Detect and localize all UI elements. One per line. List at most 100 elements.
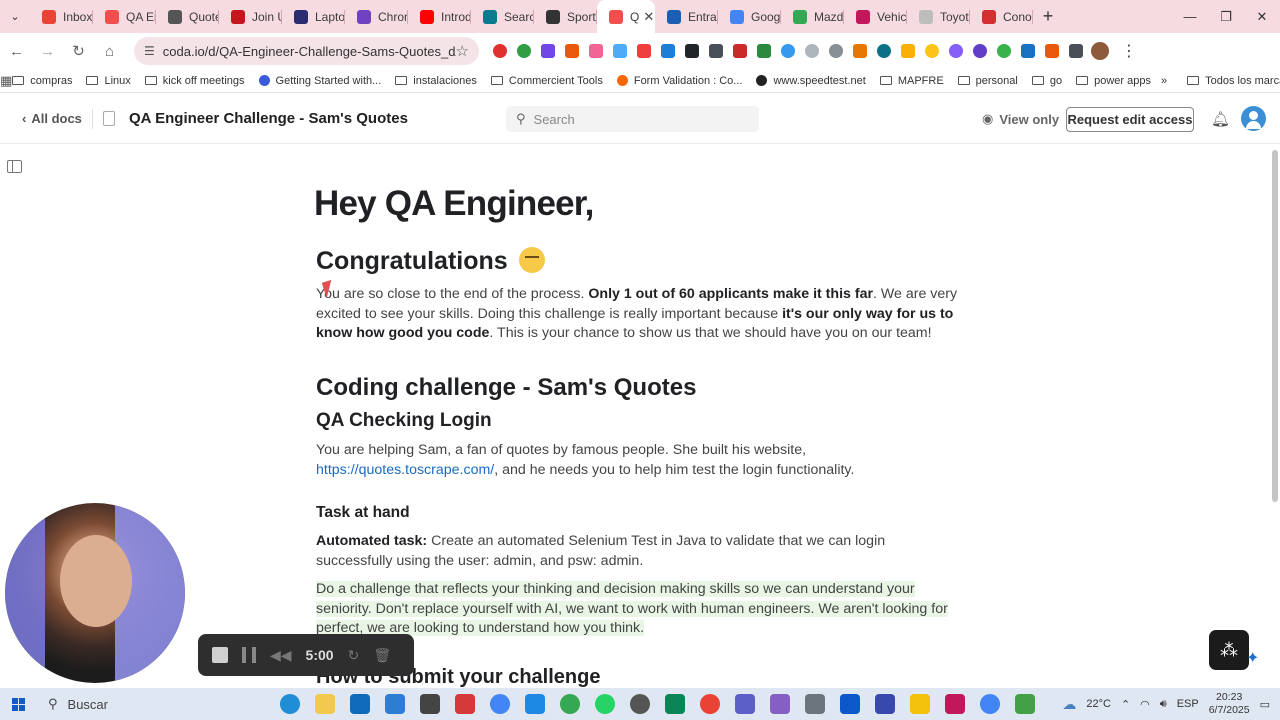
doc-title[interactable]: QA Engineer Challenge - Sam's Quotes <box>129 110 408 127</box>
browser-tab[interactable]: Sporty <box>534 0 597 33</box>
app-icon[interactable] <box>910 694 930 714</box>
extension-icon[interactable] <box>613 44 627 58</box>
intellij-app-icon[interactable] <box>945 694 965 714</box>
extension-icon[interactable] <box>925 44 939 58</box>
app-icon[interactable] <box>420 694 440 714</box>
whatsapp-app-icon[interactable] <box>595 694 615 714</box>
browser-tab[interactable]: Quote <box>156 0 219 33</box>
clock[interactable]: 20:23 6/7/2025 <box>1209 691 1250 717</box>
browser-tab[interactable]: QA En <box>93 0 156 33</box>
back-button[interactable]: ← <box>2 37 31 65</box>
new-tab-button[interactable]: + <box>1033 6 1063 27</box>
bookmark-item[interactable]: MAPFRE <box>879 75 944 87</box>
tab-search-menu[interactable]: ⌄ <box>0 0 30 33</box>
bookmark-item[interactable]: Getting Started with... <box>258 75 381 87</box>
bookmark-item[interactable]: instalaciones <box>395 75 477 87</box>
bookmark-item[interactable]: www.speedtest.net <box>756 75 866 87</box>
extension-icon[interactable] <box>493 44 507 58</box>
profile-avatar[interactable] <box>1091 42 1109 60</box>
app-icon[interactable] <box>840 694 860 714</box>
close-tab-icon[interactable]: ✕ <box>643 9 654 25</box>
chrome-app-icon[interactable] <box>490 694 510 714</box>
extension-icon[interactable] <box>805 44 819 58</box>
pause-icon[interactable] <box>242 647 256 663</box>
browser-tab[interactable]: Chron <box>345 0 408 33</box>
close-window-button[interactable]: ✕ <box>1244 0 1280 33</box>
app-icon[interactable] <box>875 694 895 714</box>
browser-tab[interactable]: Lapto <box>282 0 345 33</box>
extension-icon[interactable] <box>733 44 747 58</box>
extension-icon[interactable] <box>637 44 651 58</box>
restore-button[interactable]: ❐ <box>1208 0 1244 33</box>
app-icon[interactable] <box>525 694 545 714</box>
bookmark-item[interactable]: go <box>1031 75 1062 87</box>
extension-icon[interactable] <box>757 44 771 58</box>
fab-plus-icon[interactable]: ✦ <box>1246 648 1259 668</box>
browser-tab[interactable]: Search <box>471 0 534 33</box>
quotes-site-link[interactable]: https://quotes.toscrape.com/ <box>316 462 494 478</box>
browser-menu-icon[interactable]: ⋮ <box>1121 41 1137 61</box>
extension-icon[interactable] <box>565 44 579 58</box>
browser-tab[interactable]: Q ✕ <box>597 0 655 33</box>
app-icon[interactable] <box>455 694 475 714</box>
bookmark-item[interactable]: kick off meetings <box>144 75 245 87</box>
extension-icon[interactable] <box>949 44 963 58</box>
wifi-icon[interactable]: ◠ <box>1140 698 1150 711</box>
webcam-bubble[interactable] <box>5 503 185 683</box>
chrome-app-icon[interactable] <box>980 694 1000 714</box>
rewind-icon[interactable]: ◀◀ <box>270 647 292 664</box>
extension-icon[interactable] <box>1021 44 1035 58</box>
extension-icon[interactable] <box>853 44 867 58</box>
trash-icon[interactable]: 🗑︎ <box>373 647 391 664</box>
start-button[interactable] <box>0 688 36 720</box>
reload-button[interactable]: ↻ <box>64 37 93 65</box>
weather-icon[interactable]: ☁ <box>1062 696 1076 713</box>
extension-icon[interactable] <box>973 44 987 58</box>
extension-icon[interactable] <box>709 44 723 58</box>
volume-icon[interactable]: 🔊︎ <box>1160 698 1167 711</box>
bell-icon[interactable]: 🔔︎ <box>1211 110 1230 128</box>
extension-icon[interactable] <box>877 44 891 58</box>
store-app-icon[interactable] <box>385 694 405 714</box>
sidebar-toggle-icon[interactable] <box>7 160 22 173</box>
extension-icon[interactable] <box>589 44 603 58</box>
browser-tab[interactable]: Mazda <box>781 0 844 33</box>
browser-tab[interactable]: Inbox <box>30 0 93 33</box>
extension-icon[interactable] <box>781 44 795 58</box>
edge-app-icon[interactable] <box>280 694 300 714</box>
extension-icon[interactable] <box>517 44 531 58</box>
bookmark-item[interactable]: compras <box>12 75 72 87</box>
bookmark-item[interactable]: personal <box>957 75 1018 87</box>
browser-tab[interactable]: Entra <box>655 0 718 33</box>
browser-tab[interactable]: Vehic <box>844 0 907 33</box>
user-avatar[interactable] <box>1241 106 1266 131</box>
app-icon[interactable] <box>805 694 825 714</box>
language-indicator[interactable]: ESP <box>1177 698 1199 710</box>
extension-icon[interactable] <box>901 44 915 58</box>
taskbar-search[interactable]: ⚲ Buscar <box>36 688 268 720</box>
bookmark-star-icon[interactable]: ☆ <box>456 42 469 60</box>
bookmark-item[interactable]: Commercient Tools <box>490 75 603 87</box>
browser-tab[interactable]: Googl <box>718 0 781 33</box>
bookmark-item[interactable]: power apps <box>1076 75 1151 87</box>
teams-app-icon[interactable] <box>735 694 755 714</box>
chrome-app-icon[interactable] <box>560 694 580 714</box>
home-button[interactable]: ⌂ <box>95 37 124 65</box>
bookmark-item[interactable]: Form Validation : Co... <box>616 75 742 87</box>
browser-tab[interactable]: Conoc <box>970 0 1033 33</box>
forward-button[interactable]: → <box>33 37 62 65</box>
extension-icon[interactable] <box>685 44 699 58</box>
address-bar[interactable]: ☰ coda.io/d/QA-Engineer-Challenge-Sams-Q… <box>134 37 479 65</box>
browser-tab[interactable]: Toyota <box>907 0 970 33</box>
weather-temp[interactable]: 22°C <box>1086 698 1111 710</box>
notification-icon[interactable]: ▭ <box>1260 698 1270 711</box>
extension-icon[interactable] <box>661 44 675 58</box>
outlook-app-icon[interactable] <box>350 694 370 714</box>
file-explorer-icon[interactable] <box>315 694 335 714</box>
browser-tab[interactable]: Introd <box>408 0 471 33</box>
extension-icon[interactable] <box>997 44 1011 58</box>
restart-icon[interactable]: ↻ <box>348 647 360 664</box>
settings-gear-icon[interactable] <box>630 694 650 714</box>
all-bookmarks-folder[interactable]: Todos los marcadores <box>1187 75 1280 87</box>
doc-search-input[interactable]: ⚲ Search <box>506 106 759 132</box>
